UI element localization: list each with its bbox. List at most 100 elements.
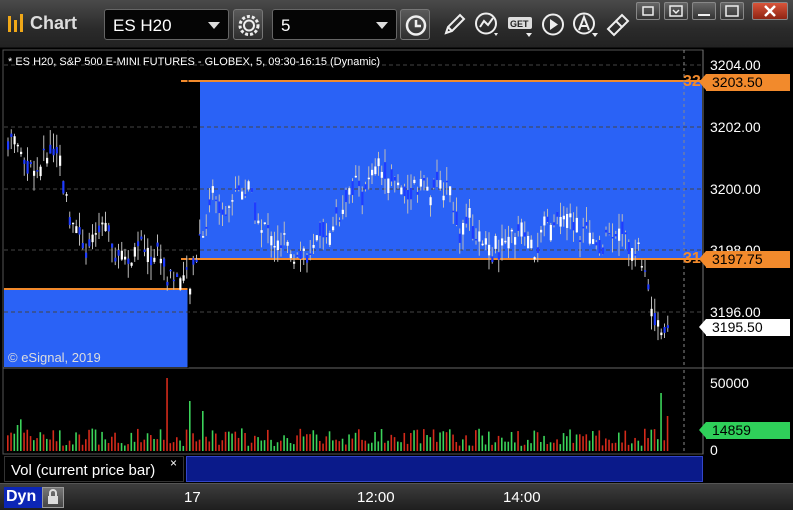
volume-bar [406, 443, 409, 451]
pencil-draw-icon[interactable] [438, 9, 468, 40]
candle-body [146, 247, 149, 262]
chevron-down-icon[interactable] [208, 22, 220, 29]
volume-study-label[interactable]: Vol (current price bar) [4, 456, 184, 482]
candle-body [397, 182, 400, 186]
volume-bar [176, 437, 178, 451]
candle-body [127, 258, 130, 264]
volume-bar [202, 411, 204, 451]
volume-bar [166, 378, 168, 451]
candle-body [36, 170, 39, 172]
volume-bar [153, 438, 155, 451]
volume-bar [397, 441, 399, 451]
maximize-icon[interactable] [692, 2, 716, 20]
chart-canvas[interactable] [0, 48, 793, 510]
candle-body [94, 233, 97, 235]
volume-bar [312, 430, 315, 451]
candle-body [419, 179, 422, 187]
get-data-icon[interactable]: GET [506, 9, 536, 40]
candle-body [263, 222, 266, 224]
zone-lower-price-tag: 3197.75 [699, 251, 790, 268]
volume-bar [325, 436, 328, 451]
candle-body [644, 270, 647, 272]
candle-body [351, 181, 354, 196]
minimize-icon[interactable] [720, 2, 744, 20]
volume-bar [354, 432, 357, 451]
volume-bar [611, 443, 614, 451]
candle-body [176, 273, 179, 277]
dynamic-mode-button[interactable]: Dyn [4, 487, 42, 508]
volume-bar [215, 433, 217, 451]
candle-body [471, 226, 474, 239]
volume-bar [172, 442, 175, 451]
volume-bar [575, 434, 578, 451]
candle-body [309, 253, 312, 255]
bottom-bar: Dyn 17 12:00 14:00 [0, 483, 793, 510]
candle-body [179, 278, 182, 290]
lock-icon[interactable] [42, 487, 64, 508]
volume-bar [133, 441, 136, 451]
y-tick-label: 3200.00 [710, 181, 761, 197]
alert-icon[interactable] [570, 9, 600, 40]
symbol-combo[interactable]: ES H20 [104, 9, 229, 40]
link-icon[interactable] [602, 9, 632, 40]
volume-bar [68, 440, 71, 451]
candle-body [439, 180, 442, 189]
volume-bar [371, 442, 373, 451]
volume-bar [335, 439, 337, 451]
volume-bar [280, 440, 282, 451]
volume-bar [211, 430, 214, 451]
candle-body [299, 250, 302, 259]
restore-icon[interactable] [636, 2, 660, 20]
volume-bar [137, 428, 139, 451]
candle-body [267, 225, 270, 229]
volume-bar [663, 440, 666, 451]
volume-bar [270, 439, 272, 451]
volume-bar [302, 436, 305, 451]
volume-bar [205, 436, 207, 451]
candle-body [198, 234, 201, 236]
y-tick-label: 3196.00 [710, 304, 761, 320]
candle-body [354, 175, 357, 178]
volume-bar [488, 431, 490, 451]
candle-body [33, 170, 36, 176]
volume-bar [16, 425, 19, 451]
candle-body [159, 258, 162, 264]
study-icon[interactable] [472, 9, 502, 40]
volume-bars [7, 378, 669, 451]
volume-value: 14859 [712, 422, 751, 438]
volume-bar [328, 431, 331, 451]
candle-body [536, 247, 539, 254]
vol-tick-label: 0 [710, 442, 718, 458]
volume-bar [293, 444, 295, 451]
close-icon[interactable]: × [170, 456, 177, 470]
volume-bar [65, 445, 68, 451]
candle-body [283, 233, 286, 235]
volume-bar [410, 432, 412, 451]
zone-lower-price: 3197.75 [712, 251, 763, 267]
volume-bar [289, 443, 292, 451]
volume-bar [26, 429, 29, 451]
volume-bar [650, 429, 653, 451]
candle-body [514, 237, 517, 245]
volume-bar [601, 445, 604, 451]
close-icon[interactable] [752, 2, 788, 20]
clock-icon[interactable] [400, 9, 430, 40]
candle-body [42, 148, 45, 151]
volume-bar [380, 429, 383, 451]
candle-body [335, 207, 338, 214]
interval-combo[interactable]: 5 [272, 9, 397, 40]
candle-body [332, 226, 335, 231]
volume-bar [244, 432, 246, 451]
volume-bar [634, 437, 636, 451]
chevron-down-icon[interactable] [376, 22, 388, 29]
volume-bar [429, 437, 432, 451]
dock-icon[interactable] [664, 2, 688, 20]
volume-bar [458, 445, 461, 451]
volume-bar [299, 428, 302, 451]
volume-bar [283, 435, 285, 451]
volume-bar [413, 430, 415, 451]
play-icon[interactable] [538, 9, 568, 40]
settings-gear-icon[interactable] [233, 9, 263, 40]
chart-area[interactable]: * ES H20, S&P 500 E-MINI FUTURES - GLOBE… [0, 48, 793, 510]
candle-body [241, 191, 244, 200]
